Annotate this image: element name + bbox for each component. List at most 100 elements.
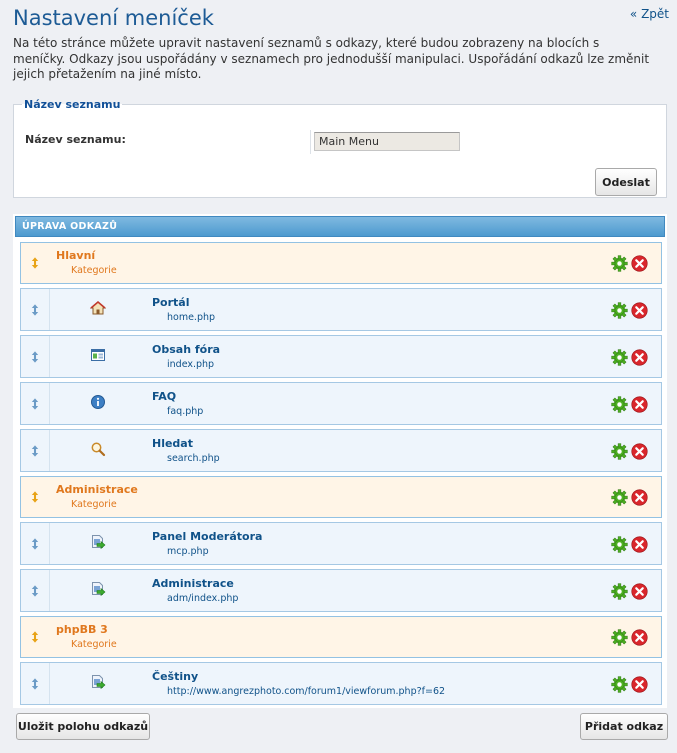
gear-icon[interactable] (611, 301, 628, 319)
move-arrows-icon (31, 491, 39, 503)
go-arrow-icon (90, 581, 106, 597)
delete-icon[interactable] (631, 348, 648, 366)
list-name-label: Název seznamu: (25, 133, 126, 146)
delete-icon[interactable] (631, 301, 648, 319)
drag-handle[interactable] (21, 289, 50, 330)
link-label: Češtiny (152, 670, 199, 683)
link-label: FAQ (152, 390, 177, 403)
drag-handle[interactable] (21, 477, 49, 517)
link-label: Hledat (152, 437, 193, 450)
drag-handle[interactable] (21, 570, 50, 611)
list-name-legend: Název seznamu (24, 98, 121, 111)
delete-icon[interactable] (631, 535, 648, 553)
row-actions (611, 255, 649, 272)
info-icon (90, 394, 106, 410)
page-intro: Na této stránce můžete upravit nastavení… (13, 36, 650, 81)
gear-icon[interactable] (611, 535, 628, 553)
row-actions (611, 489, 649, 506)
row-actions (611, 535, 649, 553)
links-panel-header: ÚPRAVA ODKAZŮ (15, 216, 665, 237)
field-divider (310, 130, 311, 154)
move-arrows-icon (31, 350, 39, 363)
delete-icon[interactable] (631, 675, 648, 693)
row-actions (611, 442, 649, 460)
link-row[interactable]: FAQ faq.php (20, 382, 662, 425)
gear-icon[interactable] (611, 442, 628, 460)
move-arrows-icon (31, 537, 39, 550)
gear-icon[interactable] (611, 489, 628, 506)
delete-icon[interactable] (631, 442, 648, 460)
link-url: faq.php (167, 406, 204, 417)
link-label: Panel Moderátora (152, 530, 263, 543)
row-actions (611, 301, 649, 319)
go-arrow-icon (90, 534, 106, 550)
list-name-input[interactable] (314, 132, 460, 151)
move-arrows-icon (31, 444, 39, 457)
row-actions (611, 629, 649, 646)
back-link[interactable]: « Zpět (630, 7, 669, 21)
link-url: home.php (167, 312, 216, 323)
gear-icon[interactable] (611, 582, 628, 600)
move-arrows-icon (31, 257, 39, 269)
move-arrows-icon (31, 303, 39, 316)
link-url: search.php (167, 453, 220, 464)
drag-handle[interactable] (21, 430, 50, 471)
link-row[interactable]: Obsah fóra index.php (20, 335, 662, 378)
gear-icon[interactable] (611, 255, 628, 272)
move-arrows-icon (31, 584, 39, 597)
search-icon (90, 441, 106, 457)
drag-handle[interactable] (21, 383, 50, 424)
link-row[interactable]: Češtiny http://www.angrezphoto.com/forum1… (20, 662, 662, 705)
submit-button[interactable]: Odeslat (595, 168, 657, 196)
row-actions (611, 582, 649, 600)
category-sub: Kategorie (71, 265, 117, 276)
link-row[interactable]: Administrace adm/index.php (20, 569, 662, 612)
add-link-button[interactable]: Přidat odkaz (580, 713, 668, 740)
link-row[interactable]: Hledat search.php (20, 429, 662, 472)
gear-icon[interactable] (611, 395, 628, 413)
links-panel: ÚPRAVA ODKAZŮ Hlavní Kategorie Portál home.… (13, 214, 667, 708)
row-actions (611, 675, 649, 693)
category-sub: Kategorie (71, 639, 117, 650)
category-label: phpBB 3 (56, 623, 108, 636)
drag-handle[interactable] (21, 336, 50, 377)
go-arrow-icon (90, 674, 106, 690)
link-url: mcp.php (167, 546, 209, 557)
delete-icon[interactable] (631, 629, 648, 646)
link-row[interactable]: Panel Moderátora mcp.php (20, 522, 662, 565)
category-row[interactable]: Hlavní Kategorie (20, 242, 662, 284)
move-arrows-icon (31, 631, 39, 643)
list-name-fieldset: Název seznamu Název seznamu: Odeslat (13, 98, 667, 198)
drag-handle[interactable] (21, 523, 50, 564)
link-row[interactable]: Portál home.php (20, 288, 662, 331)
delete-icon[interactable] (631, 582, 648, 600)
category-row[interactable]: Administrace Kategorie (20, 476, 662, 518)
link-label: Obsah fóra (152, 343, 221, 356)
link-label: Administrace (152, 577, 234, 590)
link-url: adm/index.php (167, 593, 239, 604)
forum-index-icon (90, 347, 106, 363)
gear-icon[interactable] (611, 348, 628, 366)
row-actions (611, 348, 649, 366)
category-row[interactable]: phpBB 3 Kategorie (20, 616, 662, 658)
drag-handle[interactable] (21, 663, 50, 704)
row-actions (611, 395, 649, 413)
home-icon (89, 300, 107, 316)
category-sub: Kategorie (71, 499, 117, 510)
gear-icon[interactable] (611, 629, 628, 646)
save-positions-button[interactable]: Uložit polohu odkazů (16, 713, 150, 740)
gear-icon[interactable] (611, 675, 628, 693)
delete-icon[interactable] (631, 489, 648, 506)
move-arrows-icon (31, 397, 39, 410)
link-label: Portál (152, 296, 190, 309)
link-url: http://www.angrezphoto.com/forum1/viewfo… (167, 686, 446, 697)
drag-handle[interactable] (21, 617, 49, 657)
delete-icon[interactable] (631, 395, 648, 413)
drag-handle[interactable] (21, 243, 49, 283)
link-url: index.php (167, 359, 215, 370)
category-label: Administrace (56, 483, 138, 496)
move-arrows-icon (31, 677, 39, 690)
delete-icon[interactable] (631, 255, 648, 272)
page-title: Nastavení meníček (13, 6, 214, 30)
category-label: Hlavní (56, 249, 96, 262)
